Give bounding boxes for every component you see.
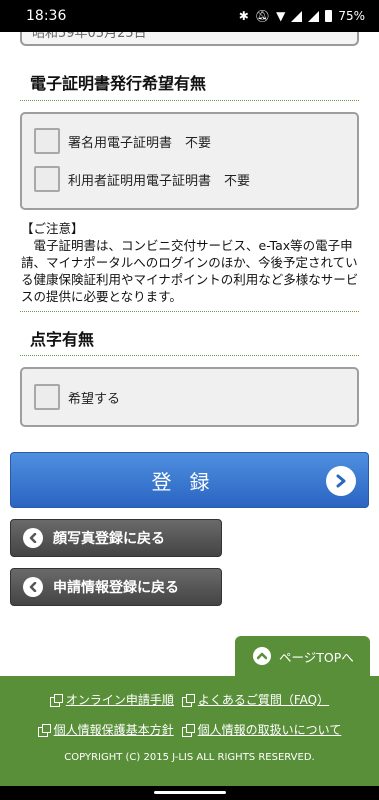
register-button[interactable]: 登録	[10, 452, 369, 508]
footer-link-label: よくあるご質問（FAQ）	[197, 693, 330, 707]
divider	[20, 355, 359, 356]
divider	[20, 100, 359, 101]
signal-icon-2	[308, 10, 320, 22]
external-link-icon	[37, 723, 51, 737]
battery-icon	[325, 10, 333, 22]
footer-link-faq[interactable]: よくあるご質問（FAQ）	[181, 691, 330, 708]
notice-heading: 【ご注意】	[21, 221, 84, 236]
footer: オンライン申請手順 よくあるご質問（FAQ） 個人情報保護基本方針 個人情報の取…	[0, 676, 379, 786]
battery-level: 75%	[338, 9, 365, 23]
braille-label: 希望する	[68, 391, 121, 407]
notice: 【ご注意】 電子証明書は、コンビニ交付サービス、e-Tax等の電子申請、マイナポ…	[21, 220, 361, 305]
footer-links-row-1: オンライン申請手順 よくあるご質問（FAQ）	[0, 691, 379, 708]
chevron-up-icon	[253, 647, 271, 665]
birthdate-field[interactable]: 昭和59年05月25日	[20, 32, 359, 46]
divider	[20, 311, 359, 312]
status-icons: ✱ 🔕︎ ▼ 75%	[239, 9, 365, 23]
braille-section-title: 点字有無	[30, 330, 95, 349]
footer-link-label: オンライン申請手順	[65, 693, 174, 707]
external-link-icon	[181, 723, 195, 737]
signature-cert-checkbox[interactable]	[34, 128, 60, 154]
external-link-icon	[181, 693, 195, 707]
page-top-button[interactable]: ページTOPへ	[235, 636, 370, 676]
mute-icon: 🔕︎	[254, 9, 271, 23]
footer-link-privacy-handling[interactable]: 個人情報の取扱いについて	[181, 721, 342, 738]
back-to-photo-button[interactable]: 顔写真登録に戻る	[10, 519, 222, 557]
braille-checkbox[interactable]	[34, 384, 60, 410]
user-cert-label: 利用者証明用電子証明書 不要	[68, 173, 251, 189]
footer-link-privacy-policy[interactable]: 個人情報保護基本方針	[37, 721, 174, 738]
back-to-photo-label: 顔写真登録に戻る	[53, 531, 165, 547]
footer-link-online-guide[interactable]: オンライン申請手順	[49, 691, 174, 708]
footer-links-row-2: 個人情報保護基本方針 個人情報の取扱いについて	[0, 721, 379, 738]
chevron-left-icon	[23, 577, 43, 597]
cert-option-user[interactable]: 利用者証明用電子証明書 不要	[34, 166, 250, 192]
signal-icon	[291, 10, 303, 22]
user-cert-checkbox[interactable]	[34, 166, 60, 192]
wifi-icon: ▼	[276, 9, 286, 23]
back-to-info-button[interactable]: 申請情報登録に戻る	[10, 568, 222, 606]
register-label: 登録	[151, 469, 228, 494]
cert-options-box: 署名用電子証明書 不要 利用者証明用電子証明書 不要	[20, 112, 359, 210]
braille-option[interactable]: 希望する	[34, 384, 120, 410]
copyright: COPYRIGHT (C) 2015 J-LIS ALL RIGHTS RESE…	[64, 752, 315, 763]
system-nav-bar	[0, 786, 379, 800]
footer-link-label: 個人情報の取扱いについて	[197, 723, 342, 737]
home-handle[interactable]	[154, 791, 226, 794]
status-bar: 18:36 ✱ 🔕︎ ▼ 75%	[0, 0, 379, 32]
clock: 18:36	[26, 8, 67, 24]
signature-cert-label: 署名用電子証明書 不要	[68, 135, 212, 151]
chevron-right-icon	[326, 466, 356, 496]
back-to-info-label: 申請情報登録に戻る	[53, 580, 179, 596]
footer-link-label: 個人情報保護基本方針	[53, 723, 174, 737]
bluetooth-icon: ✱	[238, 9, 249, 23]
external-link-icon	[49, 693, 63, 707]
cert-section-title: 電子証明書発行希望有無	[30, 74, 207, 93]
birthdate-value: 昭和59年05月25日	[32, 32, 147, 41]
braille-options-box: 希望する	[20, 367, 359, 427]
cert-option-signature[interactable]: 署名用電子証明書 不要	[34, 128, 211, 154]
page-top-label: ページTOPへ	[279, 649, 354, 665]
notice-body: 電子証明書は、コンビニ交付サービス、e-Tax等の電子申請、マイナポータルへのロ…	[21, 238, 359, 304]
chevron-left-icon	[23, 528, 43, 548]
